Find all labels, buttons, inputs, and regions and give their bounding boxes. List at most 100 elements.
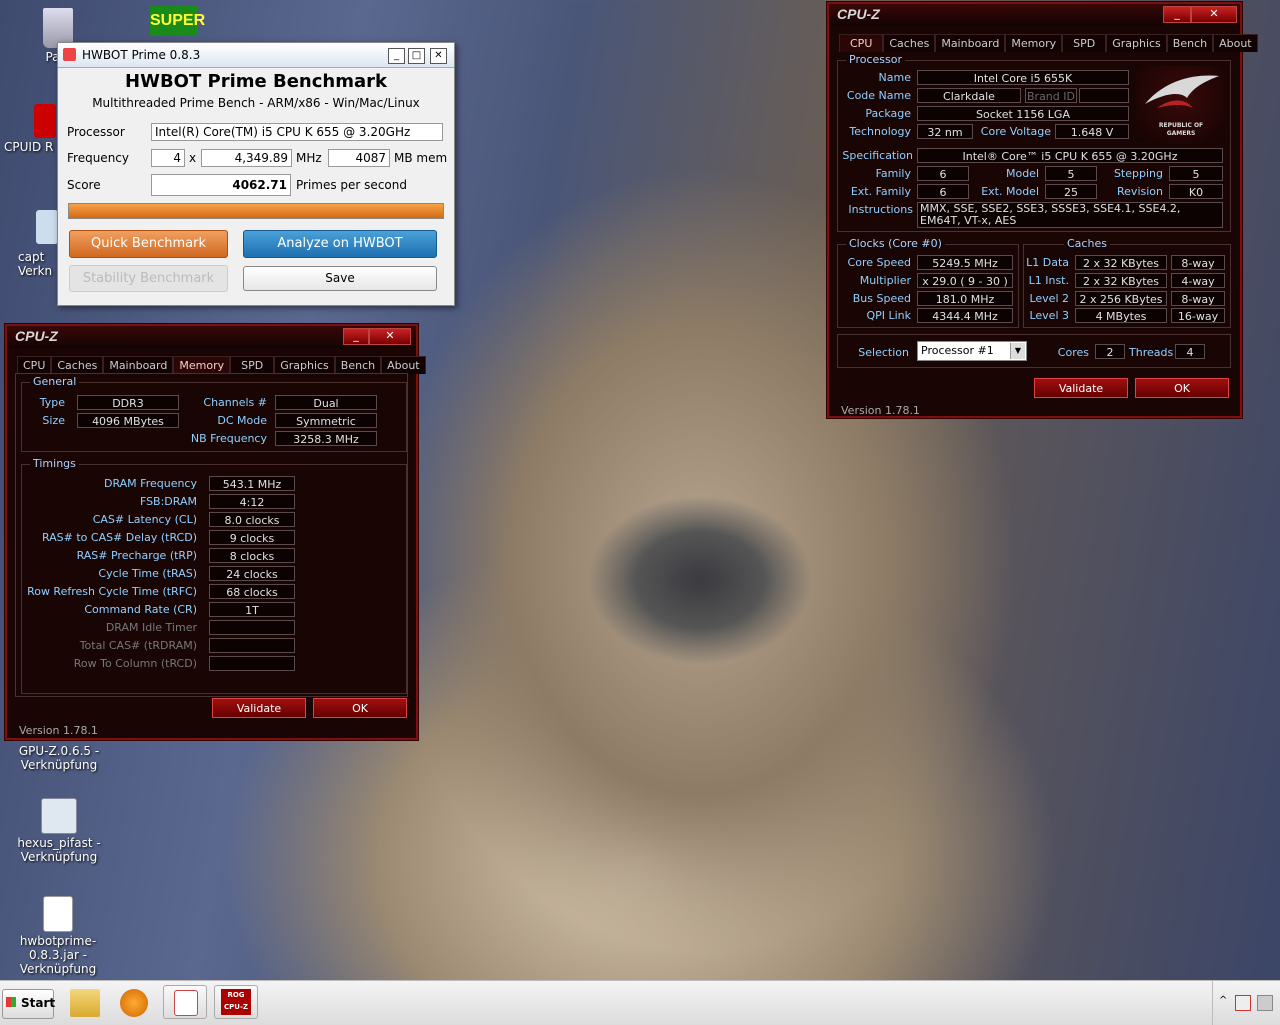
primes-label: Primes per second [296, 178, 407, 192]
ok-button[interactable]: OK [313, 698, 407, 718]
l1-data-label: L1 Data [1026, 256, 1069, 269]
tab-graphics[interactable]: Graphics [274, 356, 335, 374]
java-icon [174, 990, 198, 1016]
progress-bar [68, 203, 444, 219]
tab-bar: CPU Caches Mainboard Memory SPD Graphics… [839, 34, 1258, 52]
level-2-way: 8-way [1171, 291, 1225, 306]
show-hidden-icons-icon[interactable]: ^ [1219, 995, 1227, 1006]
selection-value: Processor #1 [921, 344, 994, 357]
hwbot-subheading: Multithreaded Prime Bench - ARM/x86 - Wi… [92, 96, 420, 110]
hwbot-titlebar[interactable]: HWBOT Prime 0.8.3 _ □ ✕ [58, 43, 454, 68]
desktop-icon-gpuz[interactable]: GPU-Z.0.6.5 - Verknüpfung [14, 744, 104, 772]
cpuz-titlebar[interactable]: CPU-Z _ ✕ [7, 326, 416, 348]
tab-memory[interactable]: Memory [1005, 34, 1063, 52]
channels-label: Channels # [203, 396, 267, 409]
tab-caches[interactable]: Caches [883, 34, 936, 52]
minimize-icon[interactable]: _ [343, 328, 369, 345]
name-label: Name [878, 71, 911, 84]
maximize-icon[interactable]: □ [408, 48, 425, 64]
chevron-down-icon[interactable]: ▼ [1010, 343, 1025, 359]
version-label: Version 1.78.1 [841, 404, 920, 417]
ok-button[interactable]: OK [1135, 378, 1229, 398]
java-taskbar-button[interactable] [163, 985, 207, 1019]
start-label: Start [21, 996, 56, 1010]
tab-graphics[interactable]: Graphics [1106, 34, 1167, 52]
quick-benchmark-button[interactable]: Quick Benchmark [69, 230, 228, 258]
super-pi-icon[interactable]: SUPER [150, 6, 205, 36]
selection-dropdown[interactable]: Processor #1 ▼ [917, 341, 1027, 361]
processor-label: Processor [67, 125, 125, 139]
java-jar-icon [43, 896, 73, 932]
tab-caches[interactable]: Caches [51, 356, 104, 374]
specification-value: Intel® Core™ i5 CPU K 655 @ 3.20GHz [917, 148, 1223, 163]
desktop-icon-hwbotprime[interactable]: hwbotprime-0.8.3.jar - Verknüpfung [0, 896, 116, 976]
core-voltage-value: 1.648 V [1055, 124, 1129, 139]
memory-field: 4087 [328, 149, 390, 167]
cpuz-taskbar-button[interactable]: ROG CPU-Z [214, 985, 258, 1019]
explorer-taskbar-icon[interactable] [70, 989, 100, 1017]
desktop-icon-hexus[interactable]: hexus_pifast - Verknüpfung [14, 798, 104, 864]
close-icon[interactable]: ✕ [1191, 6, 1237, 23]
version-label: Version 1.78.1 [19, 724, 98, 737]
cores-label: Cores [1057, 346, 1089, 359]
progress-fill [69, 204, 443, 218]
tab-bench[interactable]: Bench [334, 356, 382, 374]
timing-value: 68 clocks [209, 584, 295, 599]
action-center-icon[interactable] [1235, 995, 1251, 1011]
ext-family-label: Ext. Family [850, 185, 911, 198]
timing-value [209, 620, 295, 635]
capture-shortcut-icon [36, 210, 58, 244]
rog-text: REPUBLIC OF GAMERS [1158, 122, 1204, 137]
desktop-icon-label: hwbotprime-0.8.3.jar - Verknüpfung [19, 934, 97, 976]
timing-value: 8 clocks [209, 548, 295, 563]
tab-spd[interactable]: SPD [230, 356, 275, 374]
stability-benchmark-button: Stability Benchmark [69, 265, 228, 292]
timing-label: FSB:DRAM [139, 495, 197, 508]
hwbot-heading: HWBOT Prime Benchmark [125, 71, 387, 92]
dc-mode-value: Symmetric [275, 413, 377, 428]
tab-memory[interactable]: Memory [173, 356, 231, 374]
selection-label: Selection [858, 346, 909, 359]
level-2-value: 2 x 256 KBytes [1075, 291, 1167, 306]
tab-about[interactable]: About [381, 356, 426, 374]
cpuz-titlebar[interactable]: CPU-Z _ ✕ [829, 4, 1240, 26]
close-icon[interactable]: ✕ [430, 48, 447, 64]
tab-cpu[interactable]: CPU [17, 356, 52, 374]
ext-model-label: Ext. Model [981, 185, 1039, 198]
hwbot-window: HWBOT Prime 0.8.3 _ □ ✕ HWBOT Prime Benc… [57, 42, 455, 306]
save-button[interactable]: Save [243, 266, 437, 291]
media-player-taskbar-icon[interactable] [120, 989, 148, 1017]
minimize-icon[interactable]: _ [1163, 6, 1191, 23]
validate-button[interactable]: Validate [212, 698, 306, 718]
tab-mainboard[interactable]: Mainboard [935, 34, 1006, 52]
analyze-on-hwbot-button[interactable]: Analyze on HWBOT [243, 230, 437, 258]
tab-spd[interactable]: SPD [1062, 34, 1107, 52]
tab-about[interactable]: About [1213, 34, 1258, 52]
desktop-icon-cpuid[interactable]: CPUID R [4, 104, 64, 154]
core-speed-label: Core Speed [847, 256, 911, 269]
l1-inst-value: 2 x 32 KBytes [1075, 273, 1167, 288]
desktop-icon-label: capt Verkn [18, 250, 53, 278]
system-tray: ^ [1212, 981, 1280, 1025]
qpi-link-value: 4344.4 MHz [917, 308, 1013, 323]
tab-bench[interactable]: Bench [1166, 34, 1214, 52]
technology-label: Technology [849, 125, 911, 138]
tab-mainboard[interactable]: Mainboard [103, 356, 174, 374]
timing-value: 543.1 MHz [209, 476, 295, 491]
multiplier-label: Multiplier [859, 274, 911, 287]
start-button[interactable]: Start [2, 989, 56, 1019]
minimize-icon[interactable]: _ [388, 48, 405, 64]
timing-value: 1T [209, 602, 295, 617]
network-icon[interactable] [1257, 995, 1273, 1011]
timing-value: 9 clocks [209, 530, 295, 545]
channels-value: Dual [275, 395, 377, 410]
close-icon[interactable]: ✕ [369, 328, 411, 345]
model-value: 5 [1045, 166, 1097, 181]
tab-cpu[interactable]: CPU [839, 34, 884, 52]
desktop-icon-capture[interactable]: capt Verkn [18, 210, 58, 278]
cores-value: 2 [1095, 344, 1125, 359]
validate-button[interactable]: Validate [1034, 378, 1128, 398]
rog-logo: REPUBLIC OF GAMERS [1137, 66, 1225, 142]
type-value: DDR3 [77, 395, 179, 410]
revision-label: Revision [1117, 185, 1163, 198]
